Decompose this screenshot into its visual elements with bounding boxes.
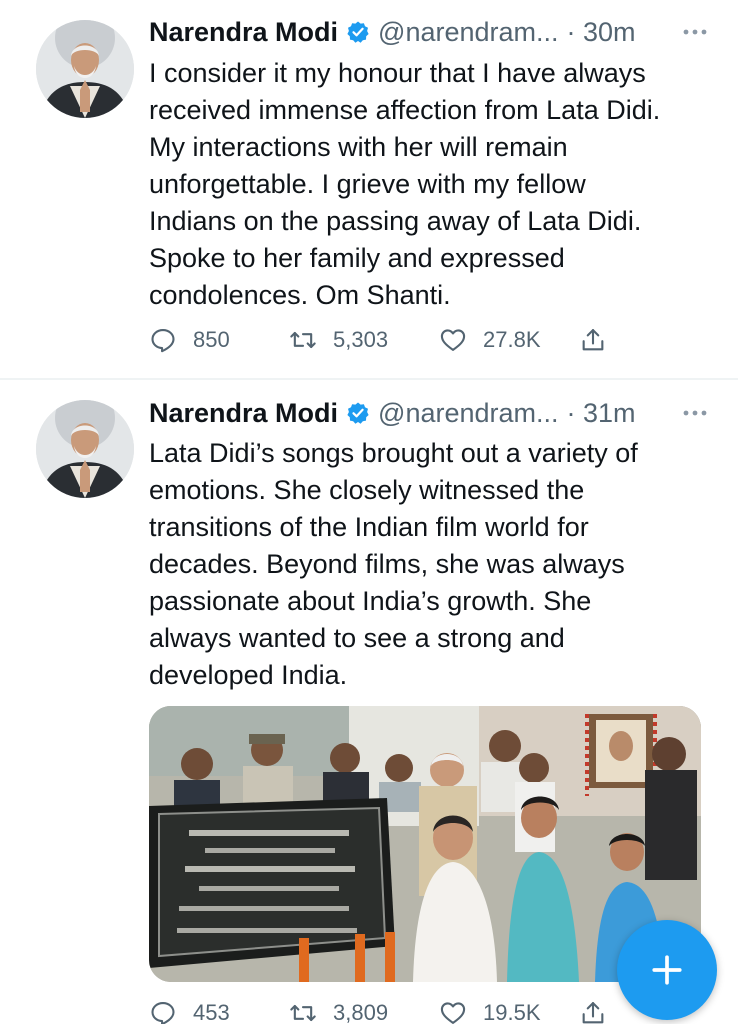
- tweet-text-line: emotions. She closely witnessed the: [149, 475, 585, 505]
- tweet-text-line: always wanted to see a strong and: [149, 623, 565, 653]
- retweet-icon: [290, 1004, 316, 1022]
- tweet-text-line: passionate about India’s growth. She: [149, 586, 592, 616]
- tweet-text-line: I consider it my honour that I have alwa…: [149, 58, 646, 88]
- tweet-text-line: received immense affection from Lata Did…: [149, 95, 661, 125]
- avatar[interactable]: [36, 20, 134, 118]
- retweet-count: 5,303: [333, 327, 389, 352]
- like-count: 27.8K: [483, 327, 541, 352]
- more-dots-icon[interactable]: [682, 14, 708, 50]
- tweet-text-line: Indians on the passing away of Lata Didi…: [149, 206, 642, 236]
- share-button[interactable]: [579, 998, 623, 1024]
- profile-photo: [36, 20, 134, 118]
- tweet-actions: 453 3,809 19.5K: [149, 998, 678, 1024]
- reply-count: 850: [193, 327, 230, 352]
- heart-icon: [440, 1002, 466, 1024]
- author-name[interactable]: Narendra Modi: [149, 17, 338, 48]
- tweet-timestamp[interactable]: · 31m: [567, 398, 636, 429]
- tweet[interactable]: Narendra Modi @narendram... · 31m Lata D…: [0, 380, 738, 1024]
- like-button[interactable]: 27.8K: [439, 325, 541, 355]
- author-name[interactable]: Narendra Modi: [149, 398, 338, 429]
- retweet-button[interactable]: 3,809: [289, 998, 388, 1024]
- tweet-timestamp[interactable]: · 30m: [567, 17, 636, 48]
- tweet-photo[interactable]: [149, 706, 701, 982]
- timeline: Narendra Modi @narendram... · 30m I cons…: [0, 0, 738, 1024]
- verified-badge-icon: [347, 402, 369, 424]
- tweet-text-line: My interactions with her will remain: [149, 132, 568, 162]
- tweet-actions: 850 5,303 27.8K: [149, 325, 678, 355]
- avatar[interactable]: [36, 400, 134, 498]
- tweet-header: Narendra Modi @narendram... · 31m: [149, 395, 708, 431]
- photo-illustration: [149, 706, 701, 982]
- tweet-text-line: condolences. Om Shanti.: [149, 280, 451, 310]
- tweet-text-line: transitions of the Indian film world for: [149, 512, 589, 542]
- tweet-text: I consider it my honour that I have alwa…: [149, 55, 708, 314]
- reply-icon: [151, 329, 175, 353]
- heart-icon: [440, 329, 466, 351]
- author-handle[interactable]: @narendram...: [378, 17, 558, 48]
- retweet-icon: [290, 331, 316, 349]
- share-icon: [582, 329, 604, 351]
- tweet-text-line: Lata Didi’s songs brought out a variety …: [149, 438, 638, 468]
- share-button[interactable]: [579, 325, 623, 355]
- tweet-text-line: developed India.: [149, 660, 348, 690]
- retweet-count: 3,809: [333, 1000, 389, 1024]
- tweet-text-line: Spoke to her family and expressed: [149, 243, 565, 273]
- plus-icon: [652, 955, 682, 985]
- reply-button[interactable]: 850: [149, 325, 230, 355]
- tweet-text-line: unforgettable. I grieve with my fellow: [149, 169, 586, 199]
- like-count: 19.5K: [483, 1000, 541, 1024]
- more-dots-icon[interactable]: [682, 395, 708, 431]
- reply-button[interactable]: 453: [149, 998, 230, 1024]
- share-icon: [582, 1002, 604, 1024]
- profile-photo: [36, 400, 134, 498]
- like-button[interactable]: 19.5K: [439, 998, 541, 1024]
- tweet-text-line: decades. Beyond films, she was always: [149, 549, 625, 579]
- author-handle[interactable]: @narendram...: [378, 398, 558, 429]
- tweet-header: Narendra Modi @narendram... · 30m: [149, 14, 708, 50]
- tweet[interactable]: Narendra Modi @narendram... · 30m I cons…: [0, 0, 738, 378]
- verified-badge-icon: [347, 21, 369, 43]
- reply-count: 453: [193, 1000, 230, 1024]
- retweet-button[interactable]: 5,303: [289, 325, 388, 355]
- compose-tweet-button[interactable]: [617, 920, 717, 1020]
- tweet-text: Lata Didi’s songs brought out a variety …: [149, 435, 708, 694]
- reply-icon: [151, 1002, 175, 1024]
